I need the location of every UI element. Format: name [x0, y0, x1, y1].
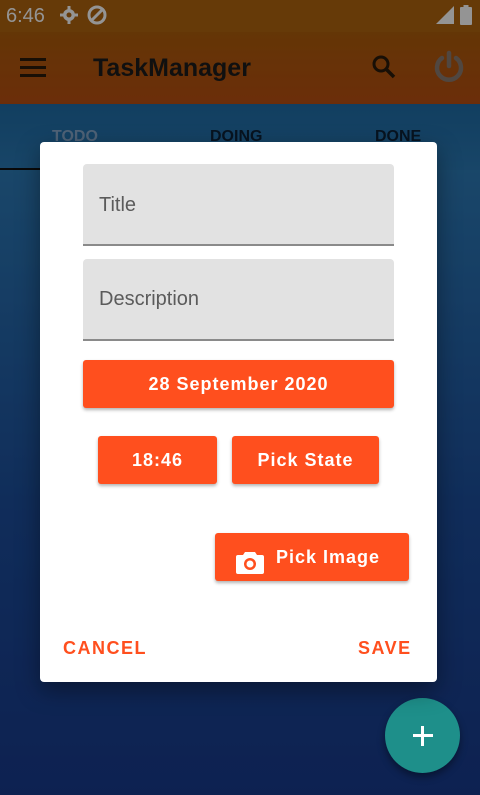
date-button-label: 28 September 2020 — [148, 374, 329, 394]
save-button[interactable]: SAVE — [358, 638, 412, 659]
pick-image-button[interactable]: Pick Image — [215, 533, 409, 581]
title-field[interactable]: Title — [83, 164, 394, 246]
time-button-label: 18:46 — [131, 450, 184, 470]
description-field[interactable]: Description — [83, 259, 394, 341]
title-placeholder: Title — [99, 194, 137, 216]
date-button[interactable]: 28 September 2020 — [83, 360, 394, 408]
add-task-fab[interactable] — [385, 698, 460, 773]
cancel-button[interactable]: CANCEL — [63, 638, 147, 659]
pick-state-label: Pick State — [257, 450, 354, 470]
pick-state-button[interactable]: Pick State — [232, 436, 379, 484]
description-placeholder: Description — [99, 288, 200, 310]
camera-icon — [236, 544, 264, 592]
new-task-dialog: Title Description 28 September 2020 18:4… — [40, 142, 437, 682]
time-button[interactable]: 18:46 — [98, 436, 217, 484]
pick-image-label: Pick Image — [276, 547, 381, 567]
